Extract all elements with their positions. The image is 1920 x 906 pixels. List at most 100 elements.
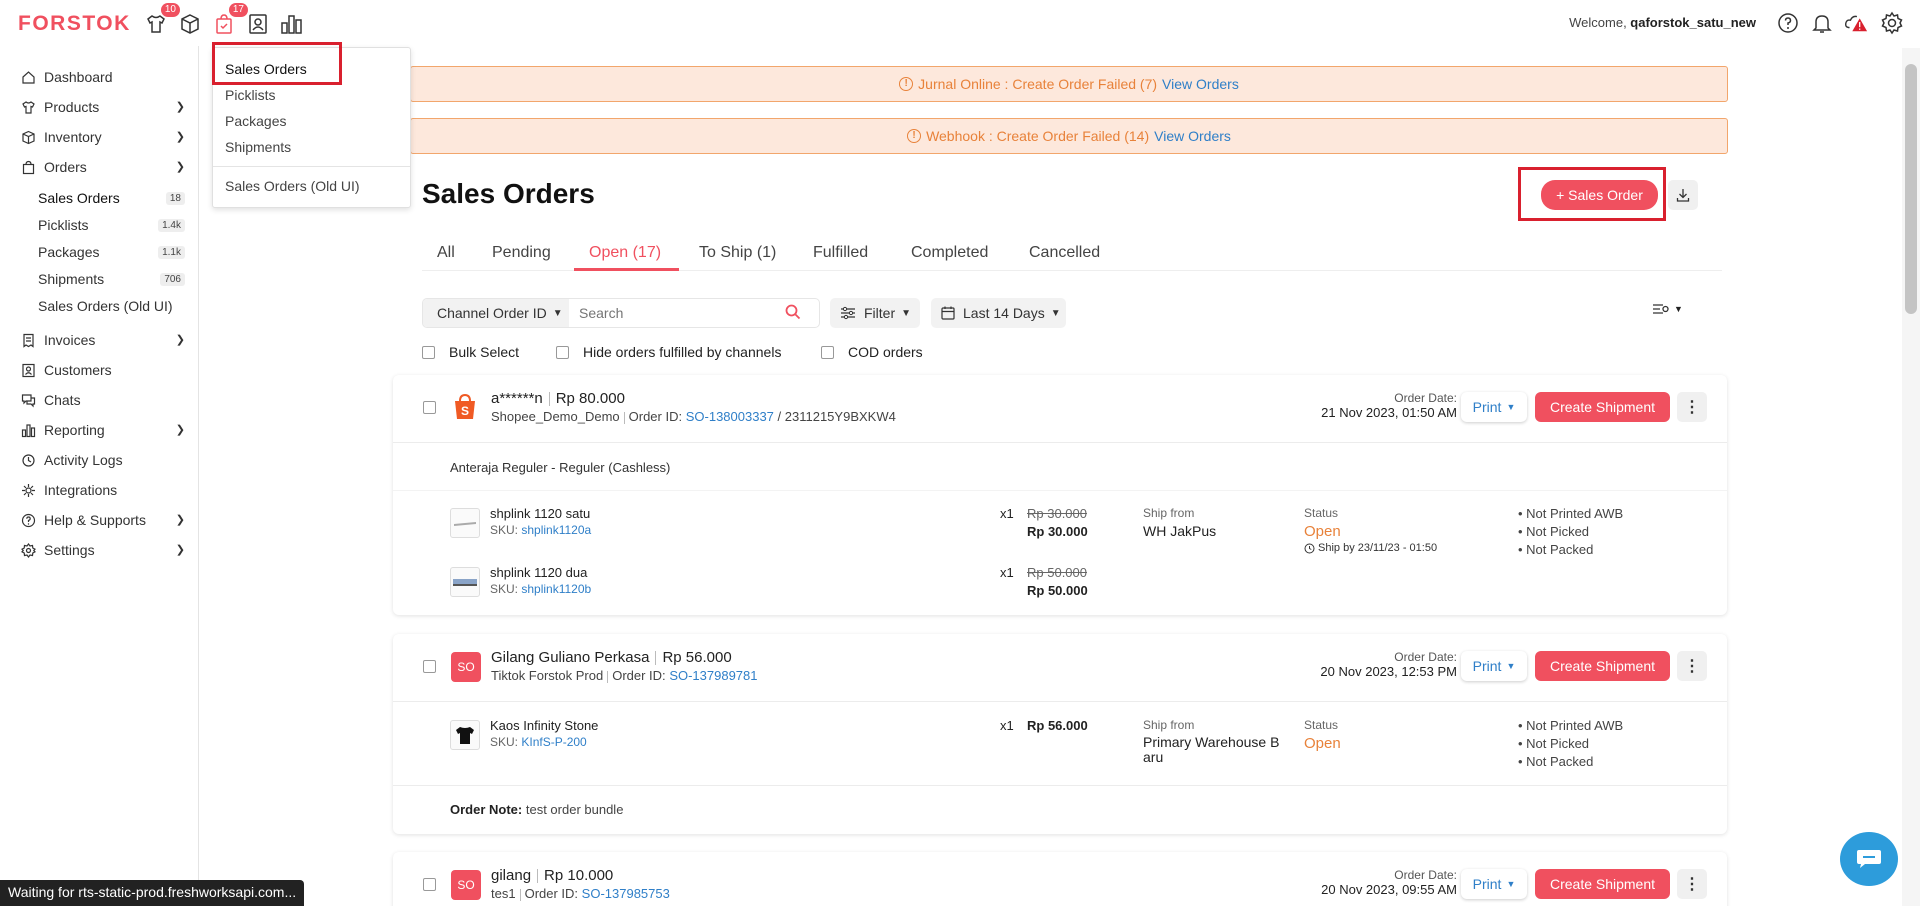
sidebar-item-customers[interactable]: Customers [0,356,199,384]
date-range-button[interactable]: Last 14 Days ▼ [931,298,1066,328]
sidebar-item-invoices[interactable]: Invoices ❯ [0,326,199,354]
flag-item: • Not Printed AWB [1518,506,1624,521]
bar-chart-icon [20,422,36,438]
hide-fulfilled-checkbox[interactable]: Hide orders fulfilled by channels [556,344,781,360]
order-id-label: Order ID: [612,668,666,683]
divider [393,442,1727,443]
sidebar-label: Products [44,99,100,115]
tab-to-ship[interactable]: To Ship (1) [699,244,776,262]
order-date: Order Date: 20 Nov 2023, 09:55 AM [1321,868,1457,897]
sidebar-sub-sales-orders[interactable]: Sales Orders 18 [0,185,199,211]
flag-text: Not Packed [1526,754,1594,769]
inventory-box-icon[interactable] [176,10,204,38]
menu-item-packages[interactable]: Packages [225,113,286,129]
sku-link[interactable]: shplink1120b [521,582,591,596]
checkbox[interactable] [556,345,569,359]
download-button[interactable] [1668,180,1698,210]
sidebar-label: Orders [44,159,87,175]
tab-cancelled[interactable]: Cancelled [1029,244,1100,262]
view-options-button[interactable]: ▼ [1652,302,1683,316]
order-card: SO Gilang Guliano Perkasa Rp 56.000 Tikto… [393,634,1727,834]
search-input[interactable] [569,300,779,326]
chevron-down-icon: ▼ [1674,304,1683,314]
print-button[interactable]: Print ▼ [1461,651,1527,681]
sidebar-item-integrations[interactable]: Integrations [0,476,199,504]
gear-icon [20,542,36,558]
customers-contact-icon[interactable] [244,10,272,38]
order-total: Rp 10.000 [544,867,614,884]
filter-button[interactable]: Filter ▼ [830,298,920,328]
divider [393,785,1727,786]
more-options-icon[interactable]: ⋮ [1677,392,1707,422]
cloud-alert-icon[interactable] [1844,11,1868,35]
sidebar-item-inventory[interactable]: Inventory ❯ [0,123,199,151]
sidebar-sub-sales-orders-old[interactable]: Sales Orders (Old UI) [0,293,199,319]
sidebar-sub-label: Sales Orders [38,190,120,206]
item-qty: x1 [1000,718,1014,733]
sku-link[interactable]: KInfS-P-200 [521,735,586,749]
order-checkbox[interactable] [423,401,436,414]
order-id-link[interactable]: SO-137985753 [582,886,670,901]
settings-gear-icon[interactable] [1880,11,1904,35]
sidebar-item-dashboard[interactable]: Dashboard [0,63,199,91]
sku-link[interactable]: shplink1120a [521,523,591,537]
notification-bell-icon[interactable] [1810,11,1834,35]
order-total: Rp 80.000 [555,390,625,407]
create-shipment-button[interactable]: Create Shipment [1535,869,1670,899]
more-options-icon[interactable]: ⋮ [1677,869,1707,899]
tab-fulfilled[interactable]: Fulfilled [813,244,868,262]
create-shipment-button[interactable]: Create Shipment [1535,392,1670,422]
checkbox[interactable] [422,345,435,359]
chat-support-button[interactable] [1840,832,1898,886]
tab-pending[interactable]: Pending [492,244,551,262]
ship-from-value: WH JakPus [1143,523,1217,539]
active-tab-underline [574,268,679,271]
menu-item-picklists[interactable]: Picklists [225,87,276,103]
sidebar-sub-packages[interactable]: Packages 1.1k [0,239,199,265]
sidebar-item-orders[interactable]: Orders ❯ [0,153,199,181]
products-shirt-icon[interactable]: 10 [142,3,180,38]
sidebar-item-settings[interactable]: Settings ❯ [0,536,199,564]
order-id-link[interactable]: SO-138003337 [686,409,774,424]
menu-item-sales-orders-old[interactable]: Sales Orders (Old UI) [225,178,360,194]
print-button[interactable]: Print ▼ [1461,392,1527,422]
tab-open[interactable]: Open (17) [589,244,661,262]
page-title: Sales Orders [422,178,595,209]
sidebar-item-activity-logs[interactable]: Activity Logs [0,446,199,474]
checkbox[interactable] [821,345,834,359]
more-options-icon[interactable]: ⋮ [1677,651,1707,681]
sidebar-item-help[interactable]: Help & Supports ❯ [0,506,199,534]
alert-banner-webhook: ! Webhook : Create Order Failed (14) Vie… [410,118,1728,154]
reporting-chart-icon[interactable] [278,10,306,38]
ship-from-value: Primary Warehouse B aru [1143,735,1279,765]
view-orders-link[interactable]: View Orders [1154,128,1231,144]
sidebar-item-chats[interactable]: Chats [0,386,199,414]
order-checkbox[interactable] [423,878,436,891]
sidebar-label: Reporting [44,422,105,438]
order-id-link[interactable]: SO-137989781 [669,668,757,683]
store-avatar: SO [451,652,481,682]
order-checkbox[interactable] [423,660,436,673]
cod-orders-checkbox[interactable]: COD orders [821,344,923,360]
flag-item: • Not Packed [1518,754,1594,769]
search-icon[interactable] [785,304,801,323]
sidebar-item-products[interactable]: Products ❯ [0,93,199,121]
search-field-select[interactable]: Channel Order ID ▼ [423,299,569,327]
tab-completed[interactable]: Completed [911,244,988,262]
view-orders-link[interactable]: View Orders [1162,76,1239,92]
tab-all[interactable]: All [437,244,455,262]
order-subheader: tes1 Order ID: SO-137985753 [491,886,670,901]
print-button[interactable]: Print ▼ [1461,869,1527,899]
sidebar-item-reporting[interactable]: Reporting ❯ [0,416,199,444]
list-settings-icon [1653,304,1669,314]
scrollbar-thumb[interactable] [1905,64,1917,314]
sidebar-sub-picklists[interactable]: Picklists 1.4k [0,212,199,238]
bulk-select-checkbox[interactable]: Bulk Select [422,344,519,360]
help-icon[interactable] [1776,11,1800,35]
orders-bag-icon[interactable]: 17 [210,3,248,38]
create-shipment-button[interactable]: Create Shipment [1535,651,1670,681]
order-card: S a******n Rp 80.000 Shopee_Demo_Demo Orde… [393,375,1727,615]
menu-item-shipments[interactable]: Shipments [225,139,291,155]
sidebar-sub-shipments[interactable]: Shipments 706 [0,266,199,292]
forstok-logo[interactable]: FORSTOK [18,12,131,36]
